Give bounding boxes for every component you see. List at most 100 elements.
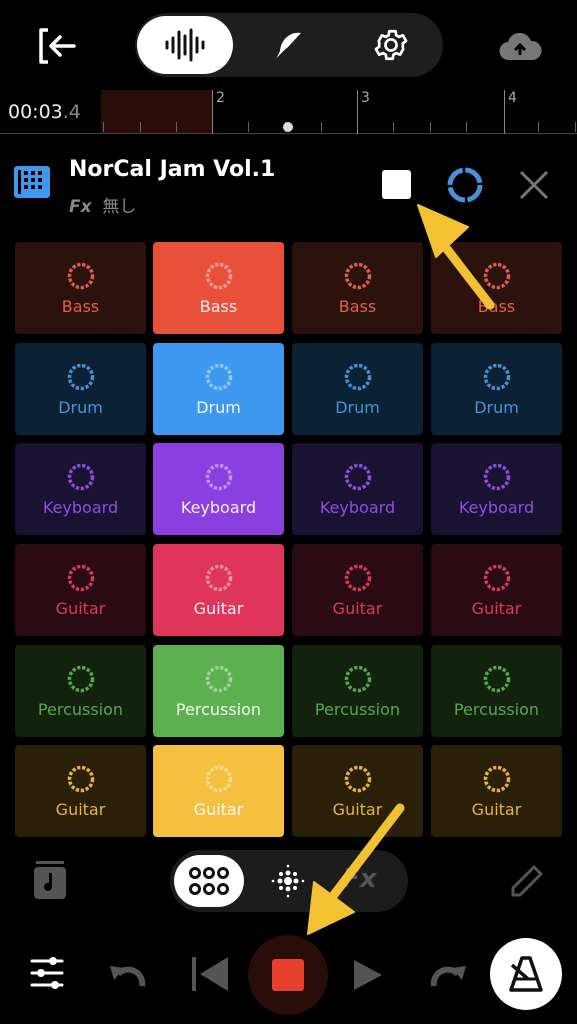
pad-keyboard[interactable]: Keyboard [431,443,562,535]
pad-keyboard[interactable]: Keyboard [153,443,284,535]
ruler-minor-tick [321,122,322,132]
pad-label: Percussion [314,699,401,719]
pad-keyboard[interactable]: Keyboard [292,443,423,535]
skip-back-icon[interactable] [190,955,230,993]
pad-drum[interactable]: Drum [431,343,562,435]
pad-label: Guitar [55,799,106,819]
tab-fx[interactable]: Fx [342,864,377,894]
metronome-icon [509,956,543,992]
time-main: 00:03 [8,101,63,123]
waveform-icon [165,28,205,62]
pad-label: Guitar [471,598,522,618]
stop-button[interactable] [382,170,411,199]
pad-bass[interactable]: Bass [15,242,146,334]
exit-button[interactable] [36,26,78,70]
pad-guitar[interactable]: Guitar [153,745,284,837]
pad-label: Keyboard [180,497,257,517]
stop-icon [272,959,304,991]
pad-label: Drum [474,397,519,417]
fx-value: 無し [102,197,137,217]
tab-feather[interactable] [253,19,323,71]
ruler-major-tick [357,90,358,134]
loop-circle-icon [205,463,232,490]
drum-pad-icon[interactable] [14,166,50,198]
pad-drum[interactable]: Drum [153,343,284,435]
pad-guitar[interactable]: Guitar [15,544,146,636]
redo-icon[interactable] [428,958,468,990]
pad-percussion[interactable]: Percussion [15,645,146,737]
ruler-minor-tick [248,122,249,132]
music-library-icon[interactable] [32,861,68,899]
exit-icon [39,28,76,64]
ruler-bar-number: 3 [361,90,370,106]
loop-circle-icon [483,463,510,490]
pad-label: Drum [335,397,380,417]
loop-circle-icon [67,765,94,792]
pad-drum[interactable]: Drum [292,343,423,435]
loop-circle-icon [205,564,232,591]
tab-sequencer[interactable] [262,855,322,907]
ruler-minor-tick [430,122,431,132]
pad-label: Percussion [37,699,124,719]
sliders-icon[interactable] [29,955,65,991]
gear-icon [374,29,408,61]
loop-circle-icon [67,363,94,390]
pad-label: Drum [58,397,103,417]
pad-guitar[interactable]: Guitar [292,544,423,636]
pad-guitar[interactable]: Guitar [153,544,284,636]
loop-circle-icon[interactable] [446,166,484,204]
loop-circle-icon [205,262,232,289]
play-icon[interactable] [352,958,384,992]
pad-keyboard[interactable]: Keyboard [15,443,146,535]
pad-percussion[interactable]: Percussion [292,645,423,737]
pad-label: Keyboard [42,497,119,517]
loop-circle-icon [344,262,371,289]
pad-label: Keyboard [319,497,396,517]
pad-bass[interactable]: Bass [431,242,562,334]
pencil-icon[interactable] [508,864,544,900]
pad-drum[interactable]: Drum [15,343,146,435]
pad-guitar[interactable]: Guitar [431,544,562,636]
ruler-minor-tick [575,122,576,132]
loop-circle-icon [67,463,94,490]
time-fraction: .4 [62,101,81,123]
pad-bass[interactable]: Bass [153,242,284,334]
metronome-button[interactable] [490,938,562,1010]
tab-pad-grid[interactable] [174,855,244,907]
pad-percussion[interactable]: Percussion [431,645,562,737]
record-button[interactable] [248,935,328,1015]
ruler-minor-tick [176,122,177,132]
playhead-dot[interactable] [283,122,293,132]
pad-label: Bass [338,296,377,316]
loop-circle-icon [344,665,371,692]
upload-button[interactable] [497,30,543,66]
fx-label: Fx [69,197,92,217]
pad-bass[interactable]: Bass [292,242,423,334]
ruler-minor-tick [466,122,467,132]
pad-label: Percussion [175,699,262,719]
pad-label: Guitar [332,799,383,819]
ruler-bar-number: 4 [508,90,517,106]
close-icon[interactable] [518,169,550,201]
pad-guitar[interactable]: Guitar [431,745,562,837]
pad-label: Drum [196,397,241,417]
track-fx[interactable]: Fx 無し [69,192,136,217]
loop-circle-icon [483,363,510,390]
loop-region[interactable] [101,90,212,133]
undo-icon[interactable] [108,958,148,990]
loop-circle-icon [344,765,371,792]
pad-grid-icon [189,867,229,895]
tab-settings[interactable] [357,19,427,71]
pad-label: Guitar [193,799,244,819]
cloud-upload-icon [499,32,542,61]
sequencer-icon [271,864,305,898]
loop-circle-icon [205,665,232,692]
pad-guitar[interactable]: Guitar [292,745,423,837]
pad-label: Bass [61,296,100,316]
pad-guitar[interactable]: Guitar [15,745,146,837]
loop-circle-icon [483,564,510,591]
loop-circle-icon [483,665,510,692]
ruler-minor-tick [538,122,539,132]
feather-icon [274,32,301,62]
pad-percussion[interactable]: Percussion [153,645,284,737]
